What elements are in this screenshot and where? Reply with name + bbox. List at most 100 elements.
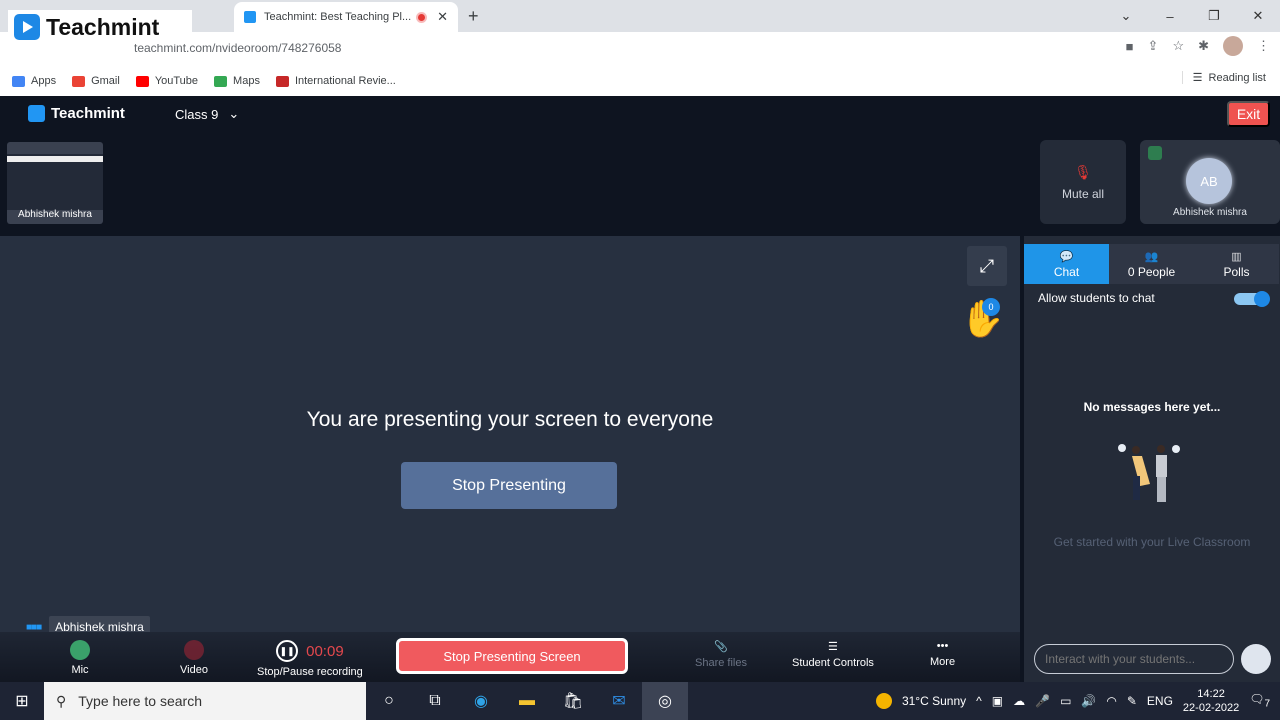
close-window-button[interactable]: ✕ bbox=[1236, 8, 1280, 24]
minimize-button[interactable]: – bbox=[1148, 9, 1192, 24]
wifi-icon[interactable]: ◠ bbox=[1106, 694, 1116, 708]
hand-indicator-icon bbox=[1148, 146, 1162, 160]
chat-panel: 💬 Chat 👥 0 People ▥ Polls Allow students to… bbox=[1024, 236, 1280, 682]
bookmark-gmail[interactable]: Gmail bbox=[72, 75, 120, 87]
tab-label: 0 People bbox=[1127, 264, 1176, 279]
teachmint-favicon-icon bbox=[244, 11, 256, 23]
bookmark-star-icon[interactable]: ☆ bbox=[1172, 38, 1184, 54]
video-room: Teachmint Class 9 ⌄ Exit Abhishek mishra … bbox=[0, 96, 1280, 682]
tab-people[interactable]: 👥 0 People bbox=[1109, 244, 1194, 284]
bookmark-apps[interactable]: Apps bbox=[12, 75, 56, 87]
panel-tabs: 💬 Chat 👥 0 People ▥ Polls bbox=[1024, 244, 1280, 284]
onedrive-icon[interactable]: ☁ bbox=[1013, 694, 1025, 708]
new-tab-button[interactable]: + bbox=[468, 6, 479, 27]
stop-presenting-screen-button[interactable]: Stop Presenting Screen bbox=[396, 638, 628, 674]
task-view-icon: ⧉ bbox=[429, 692, 441, 709]
bookmark-youtube[interactable]: YouTube bbox=[135, 75, 198, 87]
audio-level-icon: ■■■ bbox=[26, 621, 42, 633]
student-controls-button[interactable]: ☰ Student Controls bbox=[792, 640, 874, 669]
show-hidden-icons[interactable]: ^ bbox=[976, 694, 982, 708]
search-placeholder: Type here to search bbox=[78, 693, 203, 709]
profile-avatar[interactable] bbox=[1223, 36, 1243, 56]
tab-search-icon[interactable]: ⌄ bbox=[1104, 8, 1148, 24]
more-label: More bbox=[930, 656, 956, 668]
extensions-icon[interactable]: ✱ bbox=[1198, 38, 1209, 54]
raised-hands-count: 0 bbox=[982, 298, 1000, 316]
share-files-button[interactable]: 📎 Share files bbox=[695, 640, 747, 669]
language-indicator[interactable]: ENG bbox=[1147, 694, 1173, 708]
share-files-label: Share files bbox=[695, 657, 747, 669]
bookmark-international-review[interactable]: International Revie... bbox=[275, 75, 396, 87]
student-controls-label: Student Controls bbox=[792, 657, 874, 669]
more-button[interactable]: ••• More bbox=[930, 640, 955, 668]
microphone-icon[interactable]: 🎤 bbox=[1035, 694, 1050, 708]
volume-icon[interactable]: 🔊 bbox=[1081, 694, 1096, 708]
app-logo-text: Teachmint bbox=[51, 105, 125, 122]
crown-icon bbox=[275, 75, 289, 87]
class-selector[interactable]: Class 9 ⌄ bbox=[175, 106, 239, 122]
tab-polls[interactable]: ▥ Polls bbox=[1194, 244, 1279, 284]
store-icon: 🛍 bbox=[562, 693, 584, 710]
taskbar-search[interactable]: ⚲ Type here to search bbox=[44, 682, 366, 720]
chrome-button[interactable]: ◎ bbox=[642, 682, 688, 720]
mic-label: Mic bbox=[71, 664, 89, 676]
tab-label: Polls bbox=[1223, 264, 1250, 279]
mic-button[interactable]: Mic bbox=[70, 640, 90, 676]
tab-chat[interactable]: 💬 Chat bbox=[1024, 244, 1109, 284]
pen-icon[interactable]: ✎ bbox=[1127, 694, 1137, 708]
window-controls: ⌄ – ❐ ✕ bbox=[1104, 0, 1280, 32]
bookmark-label: International Revie... bbox=[294, 75, 396, 87]
weather-text[interactable]: 31°C Sunny bbox=[902, 694, 966, 708]
watermark-text: Teachmint bbox=[46, 13, 160, 40]
expand-icon: ⤢ bbox=[979, 255, 995, 276]
stop-presenting-button[interactable]: Stop Presenting bbox=[401, 462, 617, 509]
fullscreen-button[interactable]: ⤢ bbox=[967, 246, 1007, 286]
mail-icon: ✉ bbox=[612, 693, 626, 710]
edge-button[interactable]: ◉ bbox=[458, 682, 504, 720]
meet-now-icon[interactable]: ▣ bbox=[992, 694, 1003, 708]
tab-title: Teachmint: Best Teaching Pl... bbox=[264, 11, 412, 23]
mail-button[interactable]: ✉ bbox=[596, 682, 642, 720]
store-button[interactable]: 🛍 bbox=[550, 682, 596, 720]
self-video-tile[interactable]: Abhishek mishra bbox=[7, 142, 103, 224]
clock-date: 22-02-2022 bbox=[1182, 702, 1240, 714]
participant-name: Abhishek mishra bbox=[1173, 207, 1247, 218]
start-button[interactable]: ⊞ bbox=[0, 682, 44, 720]
task-view-button[interactable]: ⧉ bbox=[412, 682, 458, 720]
video-button[interactable]: Video bbox=[180, 640, 208, 676]
clock[interactable]: 14:22 22-02-2022 bbox=[1183, 687, 1239, 715]
cortana-icon: ○ bbox=[384, 692, 394, 709]
chat-input[interactable] bbox=[1034, 644, 1234, 674]
restore-button[interactable]: ❐ bbox=[1192, 8, 1236, 24]
allow-chat-toggle[interactable] bbox=[1234, 291, 1270, 307]
windows-logo-icon: ⊞ bbox=[15, 693, 29, 710]
participant-tile[interactable]: AB Abhishek mishra bbox=[1140, 140, 1280, 224]
notifications-icon[interactable]: 🗨7 bbox=[1249, 692, 1270, 709]
battery-icon[interactable]: ▭ bbox=[1060, 694, 1071, 708]
address-bar-actions: ■ ⇪ ☆ ✱ ⋮ bbox=[1126, 36, 1270, 56]
mute-all-button[interactable]: 🎙 Mute all bbox=[1040, 140, 1126, 224]
presenting-message: You are presenting your screen to everyo… bbox=[306, 408, 714, 431]
send-button[interactable] bbox=[1241, 644, 1271, 674]
share-icon[interactable]: ⇪ bbox=[1148, 38, 1159, 54]
mic-off-icon: 🎙 bbox=[1074, 163, 1092, 180]
chrome-icon: ◎ bbox=[658, 693, 672, 710]
tab-active[interactable]: Teachmint: Best Teaching Pl... ✕ bbox=[234, 2, 458, 32]
file-explorer-button[interactable]: ▬ bbox=[504, 682, 550, 720]
browser-tab-bar: Teachmint: Best Teaching Pl... ✕ + ⌄ – ❐… bbox=[0, 0, 1280, 32]
reading-list-button[interactable]: ☰ Reading list bbox=[1181, 71, 1266, 84]
reading-list-label: Reading list bbox=[1208, 71, 1266, 84]
menu-icon[interactable]: ⋮ bbox=[1257, 38, 1270, 54]
close-tab-icon[interactable]: ✕ bbox=[437, 9, 448, 25]
bottom-controls: Mic Video ❚❚ 00:09 Stop/Pause recording S… bbox=[0, 632, 1020, 682]
weather-sun-icon bbox=[875, 693, 892, 709]
app-logo: Teachmint bbox=[28, 105, 125, 122]
chat-bubble-icon: 💬 bbox=[1059, 250, 1074, 263]
bookmark-maps[interactable]: Maps bbox=[214, 75, 260, 87]
self-tile-name: Abhishek mishra bbox=[18, 209, 92, 220]
exit-button[interactable]: Exit bbox=[1227, 101, 1270, 127]
cortana-button[interactable]: ○ bbox=[366, 682, 412, 720]
recording-button[interactable]: ❚❚ 00:09 Stop/Pause recording bbox=[257, 640, 363, 678]
camera-icon[interactable]: ■ bbox=[1126, 39, 1134, 54]
allow-chat-label: Allow students to chat bbox=[1038, 291, 1155, 305]
